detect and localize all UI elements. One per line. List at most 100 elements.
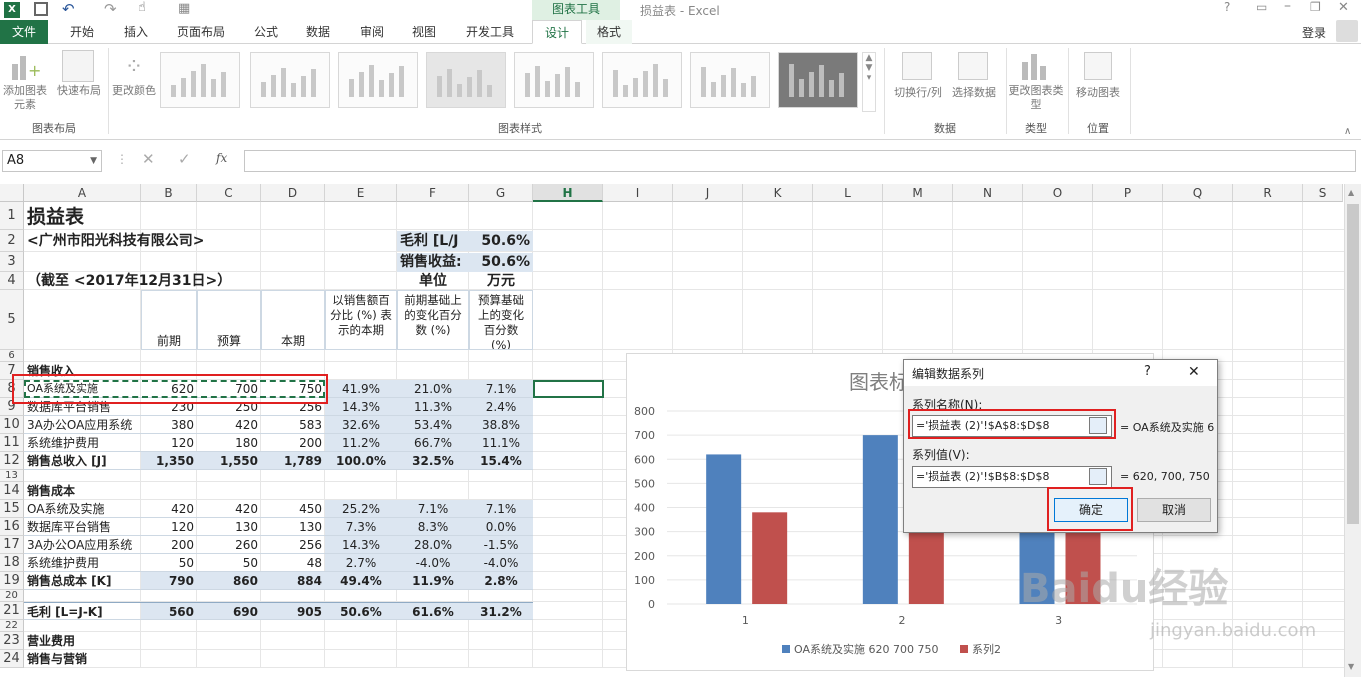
- cell-pct-sales[interactable]: 11.2%: [325, 434, 397, 452]
- column-header-d[interactable]: D: [261, 184, 325, 202]
- cell-budget[interactable]: 50: [197, 554, 261, 572]
- cell-pct-sales[interactable]: 14.3%: [325, 536, 397, 554]
- cell-pct-budget[interactable]: 7.1%: [469, 380, 533, 398]
- cell-item-name[interactable]: OA系统及实施: [24, 500, 141, 518]
- chart-style-thumbnail[interactable]: [778, 52, 858, 108]
- gross-margin-label[interactable]: 毛利 [L/J: [397, 231, 473, 251]
- row-header-5[interactable]: 5: [0, 290, 24, 350]
- row-header-19[interactable]: 19: [0, 572, 24, 590]
- column-header-m[interactable]: M: [883, 184, 953, 202]
- cell-prev[interactable]: 790: [141, 572, 197, 590]
- cell-pct-sales[interactable]: 41.9%: [325, 380, 397, 398]
- bar[interactable]: [752, 512, 788, 604]
- tab-format[interactable]: 格式: [586, 20, 632, 44]
- cell-pct-sales[interactable]: 7.3%: [325, 518, 397, 536]
- restore-icon[interactable]: ❐: [1310, 0, 1321, 14]
- scroll-up-icon[interactable]: ▲: [1348, 188, 1354, 197]
- cell-pct-sales[interactable]: 100.0%: [325, 452, 397, 470]
- cell-pct-prev[interactable]: 21.0%: [397, 380, 469, 398]
- column-header-o[interactable]: O: [1023, 184, 1093, 202]
- cell-item-name[interactable]: 毛利 [L=J-K]: [24, 602, 141, 620]
- column-header-f[interactable]: F: [397, 184, 469, 202]
- cell-prev[interactable]: 560: [141, 602, 197, 620]
- cell-pct-budget[interactable]: -4.0%: [469, 554, 533, 572]
- series-values-input[interactable]: ='损益表 (2)'!$B$8:$D$8: [912, 466, 1112, 488]
- chart-style-thumbnail[interactable]: [514, 52, 594, 108]
- cancel-icon[interactable]: ✕: [142, 150, 155, 168]
- tab-home[interactable]: 开始: [58, 20, 106, 44]
- column-header-n[interactable]: N: [953, 184, 1023, 202]
- chart-style-thumbnail[interactable]: [426, 52, 506, 108]
- cell-prev[interactable]: 380: [141, 416, 197, 434]
- column-header-i[interactable]: I: [603, 184, 673, 202]
- cell-item-name[interactable]: 系统维护费用: [24, 554, 141, 572]
- cell-pct-prev[interactable]: 28.0%: [397, 536, 469, 554]
- cell-budget[interactable]: 1,550: [197, 452, 261, 470]
- tab-file[interactable]: 文件: [0, 20, 48, 44]
- row-header-22[interactable]: 22: [0, 620, 24, 632]
- cell-budget[interactable]: 130: [197, 518, 261, 536]
- cell-pct-budget[interactable]: 7.1%: [469, 500, 533, 518]
- cell-pct-prev[interactable]: 11.3%: [397, 398, 469, 416]
- header-g[interactable]: 预算基础上的变化百分数 (%): [469, 290, 533, 350]
- cell-budget[interactable]: 260: [197, 536, 261, 554]
- cell-pct-prev[interactable]: -4.0%: [397, 554, 469, 572]
- tab-formulas[interactable]: 公式: [244, 20, 288, 44]
- move-chart-button[interactable]: 移动图表: [1070, 86, 1126, 100]
- column-header-a[interactable]: A: [24, 184, 141, 202]
- cell-item-name[interactable]: 3A办公OA应用系统: [24, 536, 141, 554]
- redo-icon[interactable]: ↷: [104, 0, 117, 18]
- cell-pct-budget[interactable]: -1.5%: [469, 536, 533, 554]
- cell-item-name[interactable]: 销售总成本 [K]: [24, 572, 141, 590]
- cell-current[interactable]: 200: [261, 434, 325, 452]
- cell-current[interactable]: 450: [261, 500, 325, 518]
- cell-current[interactable]: 256: [261, 536, 325, 554]
- enter-icon[interactable]: ✓: [178, 150, 191, 168]
- cell-current[interactable]: 130: [261, 518, 325, 536]
- cell-current[interactable]: 1,789: [261, 452, 325, 470]
- chart-style-thumbnail[interactable]: [338, 52, 418, 108]
- insert-function-icon[interactable]: fx: [216, 151, 227, 165]
- cell-prev[interactable]: 120: [141, 518, 197, 536]
- cell-pct-prev[interactable]: 66.7%: [397, 434, 469, 452]
- cell-budget[interactable]: 180: [197, 434, 261, 452]
- report-date[interactable]: （截至 <2017年12月31日>）: [24, 272, 324, 290]
- row-header-16[interactable]: 16: [0, 518, 24, 536]
- sales-return-label[interactable]: 销售收益:: [397, 253, 473, 272]
- column-header-j[interactable]: J: [673, 184, 743, 202]
- row-header-4[interactable]: 4: [0, 272, 24, 290]
- company-name[interactable]: <广州市阳光科技有限公司>: [24, 230, 324, 252]
- gallery-scroll[interactable]: ▲ ▼ ▾: [862, 52, 876, 112]
- cell-budget[interactable]: 420: [197, 500, 261, 518]
- bar[interactable]: [862, 435, 898, 604]
- cell-pct-prev[interactable]: 8.3%: [397, 518, 469, 536]
- row-header-14[interactable]: 14: [0, 482, 24, 500]
- row-header-17[interactable]: 17: [0, 536, 24, 554]
- chart-style-thumbnail[interactable]: [250, 52, 330, 108]
- formula-input[interactable]: [244, 150, 1356, 172]
- column-header-g[interactable]: G: [469, 184, 533, 202]
- tab-view[interactable]: 视图: [402, 20, 446, 44]
- row-header-18[interactable]: 18: [0, 554, 24, 572]
- row-header-23[interactable]: 23: [0, 632, 24, 650]
- cell-pct-budget[interactable]: 15.4%: [469, 452, 533, 470]
- cell-budget[interactable]: 690: [197, 602, 261, 620]
- save-icon[interactable]: [34, 2, 48, 16]
- cell-pct-sales[interactable]: 14.3%: [325, 398, 397, 416]
- quick-layout-button[interactable]: 快速布局: [52, 84, 106, 98]
- row-header-12[interactable]: 12: [0, 452, 24, 470]
- vertical-scrollbar[interactable]: ▲ ▼: [1344, 184, 1361, 677]
- tab-insert[interactable]: 插入: [112, 20, 160, 44]
- cell-pct-prev[interactable]: 32.5%: [397, 452, 469, 470]
- cell-pct-budget[interactable]: 11.1%: [469, 434, 533, 452]
- minimize-icon[interactable]: –: [1284, 0, 1291, 14]
- collapse-ribbon-icon[interactable]: ∧: [1344, 126, 1351, 137]
- cell-pct-budget[interactable]: 38.8%: [469, 416, 533, 434]
- column-header-k[interactable]: K: [743, 184, 813, 202]
- chart-style-thumbnail[interactable]: [602, 52, 682, 108]
- row-header-21[interactable]: 21: [0, 602, 24, 620]
- unit-label[interactable]: 单位: [397, 272, 469, 290]
- cell-prev[interactable]: 120: [141, 434, 197, 452]
- section-operating[interactable]: 营业费用: [24, 632, 144, 650]
- row-header-6[interactable]: 6: [0, 350, 24, 362]
